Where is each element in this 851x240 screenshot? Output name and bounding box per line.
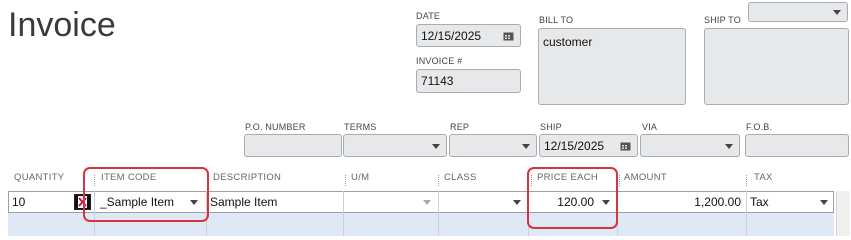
dropdown-caret-icon [513, 200, 521, 205]
dropdown-caret-icon [423, 200, 431, 205]
bill-to-label: BILL TO [539, 15, 574, 25]
terms-label: TERMS [344, 122, 377, 132]
dropdown-caret-icon [522, 143, 530, 149]
column-divider[interactable] [345, 175, 347, 186]
calendar-icon[interactable] [620, 141, 631, 151]
column-header-quantity[interactable]: QUANTITY [14, 172, 64, 183]
column-gridline [343, 191, 344, 236]
column-gridline [438, 191, 439, 236]
description-cell[interactable]: Sample Item [208, 191, 341, 213]
ship-to-dropdown[interactable] [748, 2, 848, 22]
column-divider[interactable] [438, 175, 440, 186]
quantity-value: 10 [12, 195, 26, 209]
dropdown-caret-icon [820, 200, 828, 205]
via-dropdown[interactable] [640, 134, 740, 157]
po-number-field[interactable] [244, 134, 342, 157]
column-header-tax[interactable]: TAX [754, 172, 773, 183]
date-value: 12/15/2025 [421, 28, 482, 43]
calendar-icon[interactable] [503, 31, 514, 41]
ship-date-value: 12/15/2025 [544, 138, 605, 153]
tax-dropdown[interactable]: Tax [748, 191, 834, 213]
description-value: Sample Item [210, 195, 278, 209]
invoice-number-label: INVOICE # [416, 56, 463, 66]
price-each-highlight [527, 167, 618, 229]
um-dropdown[interactable] [345, 191, 437, 213]
item-code-highlight [83, 167, 209, 222]
bill-to-field[interactable]: customer [538, 28, 686, 105]
po-number-label: P.O. NUMBER [245, 122, 306, 132]
dropdown-caret-icon [725, 143, 733, 149]
fob-field[interactable] [745, 134, 849, 157]
bill-to-value: customer [543, 35, 593, 49]
column-header-description[interactable]: DESCRIPTION [213, 172, 281, 183]
invoice-number-field[interactable]: 71143 [416, 69, 521, 93]
column-header-amount[interactable]: AMOUNT [624, 172, 667, 183]
amount-value: 1,200.00 [694, 195, 741, 209]
terms-dropdown[interactable] [343, 134, 447, 157]
ship-to-field[interactable] [704, 28, 849, 105]
ship-label: SHIP [540, 122, 562, 132]
rep-dropdown[interactable] [449, 134, 537, 157]
ship-date-field[interactable]: 12/15/2025 [539, 134, 638, 157]
date-field[interactable]: 12/15/2025 [416, 24, 521, 47]
amount-cell[interactable]: 1,200.00 [619, 191, 745, 213]
column-divider[interactable] [746, 175, 748, 186]
fob-label: F.O.B. [746, 122, 773, 132]
table-scrollbar[interactable] [836, 191, 850, 236]
column-header-um[interactable]: U/M [351, 172, 369, 183]
via-label: VIA [642, 122, 658, 132]
invoice-number-value: 71143 [421, 74, 454, 88]
column-header-class[interactable]: CLASS [444, 172, 477, 183]
ship-to-label: SHIP TO [704, 15, 741, 25]
dropdown-caret-icon [833, 10, 841, 15]
class-dropdown[interactable] [440, 191, 527, 213]
page-title: Invoice [8, 6, 116, 44]
rep-label: REP [450, 122, 470, 132]
column-gridline [746, 191, 747, 236]
dropdown-caret-icon [432, 143, 440, 149]
column-divider[interactable] [619, 175, 621, 186]
date-label: DATE [416, 11, 441, 21]
tax-value: Tax [750, 195, 769, 209]
